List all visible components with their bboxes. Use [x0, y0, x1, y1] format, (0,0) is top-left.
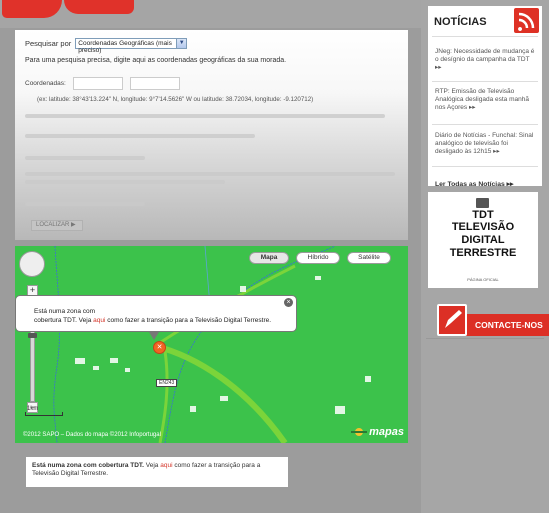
contact-button[interactable]: CONTACTE-NOS	[437, 304, 549, 340]
secondary-road	[158, 350, 169, 443]
map-patch	[220, 396, 228, 401]
map-type-map-button[interactable]: Mapa	[249, 252, 289, 264]
pencil-icon	[445, 310, 462, 328]
tdt-title: TELEVISÃO	[451, 221, 515, 233]
tv-icon	[476, 198, 489, 208]
map-patch	[335, 406, 345, 414]
close-icon[interactable]: ×	[284, 298, 293, 307]
location-marker-icon[interactable]: ✕	[153, 341, 166, 354]
locate-button[interactable]: LOCALIZAR ▶	[31, 220, 83, 231]
latitude-input[interactable]	[72, 77, 123, 90]
tdt-banner[interactable]: TDT TELEVISÃO DIGITAL TERRESTRE PÁGINA O…	[428, 192, 538, 288]
coordinates-label: Coordenadas:	[25, 80, 66, 87]
news-divider	[432, 81, 538, 82]
search-panel: Pesquisar por Coordenadas Geográficas (m…	[15, 30, 408, 240]
header-decoration	[64, 0, 134, 14]
coverage-result-text: Veja	[143, 462, 161, 469]
blurred-text	[25, 202, 145, 206]
search-type-select[interactable]: Coordenadas Geográficas (mais preciso) ▼	[75, 38, 188, 54]
news-item-3[interactable]: Diário de Notícias - Funchal: Sinal anal…	[435, 132, 535, 156]
coverage-result-link[interactable]: aqui	[160, 462, 172, 469]
edit-pencil-icon	[437, 304, 467, 336]
road-label: EN243	[156, 379, 178, 387]
blurred-text	[25, 134, 255, 138]
blurred-text	[25, 156, 145, 160]
blurred-text	[25, 114, 385, 118]
longitude-input[interactable]	[129, 77, 180, 90]
scale-bar	[25, 412, 63, 416]
search-by-label: Pesquisar por	[25, 39, 72, 48]
chevron-down-icon[interactable]: ▼	[176, 39, 187, 48]
news-divider	[432, 124, 538, 125]
map-patch	[110, 358, 118, 363]
sidebar: NOTÍCIAS JNeg: Necessidade de mudança é …	[421, 0, 549, 513]
map-patch	[240, 286, 246, 292]
coverage-result-bold: Está numa zona com cobertura TDT.	[32, 462, 144, 469]
popup-line-2: cobertura TDT. Veja aqui como fazer a tr…	[34, 316, 292, 325]
popup-line-1: Está numa zona com	[34, 308, 96, 315]
news-item-2[interactable]: RTP: Emissão de Televisão Analógica desl…	[435, 88, 535, 112]
map-type-satellite-button[interactable]: Satélite	[347, 252, 391, 264]
sidebar-divider	[426, 338, 544, 339]
mapas-logo: mapas	[351, 426, 404, 438]
rss-icon	[518, 12, 535, 31]
zoom-slider-handle[interactable]	[28, 333, 37, 338]
map-type-hybrid-button[interactable]: Híbrido	[296, 252, 340, 264]
news-divider	[432, 166, 538, 167]
mapas-logo-text: mapas	[369, 426, 404, 438]
popup-text: cobertura TDT. Veja	[34, 317, 94, 324]
blurred-text	[25, 180, 225, 184]
locate-button-label: LOCALIZAR	[36, 222, 70, 228]
info-popup: Está numa zona com cobertura TDT. Veja a…	[15, 295, 297, 332]
map-patch	[365, 376, 371, 382]
search-type-value: Coordenadas Geográficas (mais preciso)	[78, 40, 172, 54]
popup-link[interactable]: aqui	[93, 317, 105, 324]
news-panel: NOTÍCIAS JNeg: Necessidade de mudança é …	[428, 6, 542, 188]
tdt-title: TDT	[472, 209, 494, 221]
coverage-result: Está numa zona com cobertura TDT. Veja a…	[26, 457, 288, 487]
map-canvas[interactable]	[15, 246, 408, 443]
popup-text: como fazer a transição para a Televisão …	[105, 317, 272, 324]
tdt-title: TERRESTRE	[449, 247, 517, 259]
map-patch	[315, 276, 321, 280]
tdt-title: DIGITAL	[461, 234, 505, 246]
map-copyright: ©2012 SAPO – Dados do mapa ©2012 Infopor…	[23, 432, 161, 438]
map-patch	[75, 358, 85, 364]
news-title: NOTÍCIAS	[434, 16, 487, 28]
header-strip	[0, 0, 421, 28]
blurred-text	[25, 172, 395, 176]
header-decoration	[2, 0, 62, 18]
river-line	[164, 246, 336, 443]
mapas-logo-icon	[351, 428, 368, 436]
contact-label: CONTACTE-NOS	[475, 320, 543, 330]
news-item-1[interactable]: JNeg: Necessidade de mudança é o desígni…	[435, 48, 535, 72]
popup-tail	[149, 332, 159, 340]
search-instruction: Para uma pesquisa precisa, digite aqui a…	[25, 57, 287, 64]
read-all-news-link[interactable]: Ler Todas as Notícias ▸▸	[435, 180, 513, 188]
map-patch	[190, 406, 196, 412]
news-divider	[432, 36, 538, 37]
news-rss-icon[interactable]	[514, 8, 539, 33]
map-patch	[125, 368, 130, 372]
tdt-subtitle: PÁGINA OFICIAL	[467, 277, 499, 282]
pan-control[interactable]	[19, 251, 45, 277]
coordinates-example: (ex: latitude: 38°43'13.224" N, longitud…	[37, 96, 314, 103]
map-patch	[93, 366, 99, 370]
map[interactable]: + − Mapa Híbrido Satélite Está numa zona…	[15, 246, 408, 443]
